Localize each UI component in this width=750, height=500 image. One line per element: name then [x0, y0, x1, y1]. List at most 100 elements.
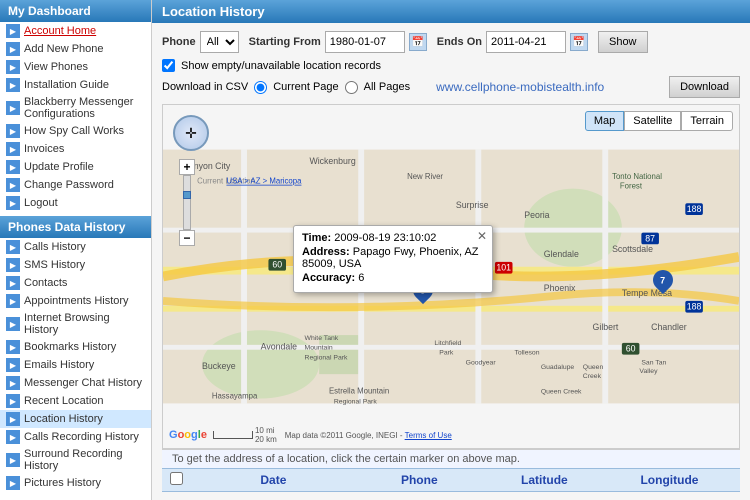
- arrow-icon: ▶: [6, 178, 20, 192]
- sidebar-item-label: Internet Browsing History: [24, 312, 145, 336]
- zoom-in-button[interactable]: +: [179, 159, 195, 175]
- sidebar-item-label: Contacts: [24, 277, 67, 289]
- sidebar-phones-label: Phones Data History: [8, 220, 125, 234]
- svg-text:White Tank: White Tank: [305, 335, 339, 342]
- sidebar-item-label: Logout: [24, 197, 58, 209]
- sidebar-item-spy-call[interactable]: ▶ How Spy Call Works: [0, 122, 151, 140]
- sidebar-item-label: Change Password: [24, 179, 114, 191]
- svg-text:188: 188: [687, 204, 702, 214]
- sidebar-item-invoices[interactable]: ▶ Invoices: [0, 140, 151, 158]
- table-longitude-header[interactable]: Longitude: [607, 473, 732, 487]
- arrow-icon: ▶: [6, 476, 20, 490]
- download-button[interactable]: Download: [669, 76, 740, 98]
- starting-from-input[interactable]: [325, 31, 405, 53]
- map-button[interactable]: Map: [585, 111, 624, 131]
- svg-text:Tonto National: Tonto National: [612, 172, 662, 181]
- account-home-link[interactable]: Account Home: [24, 25, 96, 37]
- sidebar-item-pictures[interactable]: ▶ Pictures History: [0, 474, 151, 492]
- sidebar-item-logout[interactable]: ▶ Logout: [0, 194, 151, 212]
- sidebar-item-installation[interactable]: ▶ Installation Guide: [0, 76, 151, 94]
- starting-from-group: Starting From 📅: [249, 31, 427, 53]
- sidebar-item-label: Pictures History: [24, 477, 101, 489]
- map-type-controls: Map Satellite Terrain: [585, 111, 733, 131]
- sidebar-item-view-phones[interactable]: ▶ View Phones: [0, 58, 151, 76]
- arrow-icon: ▶: [6, 394, 20, 408]
- zoom-out-button[interactable]: −: [179, 230, 195, 246]
- sidebar-item-label: How Spy Call Works: [24, 125, 124, 137]
- sidebar-item-appointments[interactable]: ▶ Appointments History: [0, 292, 151, 310]
- sidebar-item-account-home[interactable]: ▶ Account Home: [0, 22, 151, 40]
- sidebar-item-update-profile[interactable]: ▶ Update Profile: [0, 158, 151, 176]
- arrow-icon: ▶: [6, 101, 20, 115]
- svg-text:Queen Creek: Queen Creek: [541, 389, 582, 396]
- calendar-icon-end[interactable]: 📅: [570, 33, 588, 51]
- sidebar-item-contacts[interactable]: ▶ Contacts: [0, 274, 151, 292]
- sidebar-item-location-history[interactable]: ▶ Location History: [0, 410, 151, 428]
- svg-text:Queen: Queen: [583, 364, 604, 371]
- arrow-icon: ▶: [6, 376, 20, 390]
- svg-text:Litchfield: Litchfield: [434, 340, 461, 347]
- svg-text:Valley: Valley: [639, 368, 658, 375]
- sidebar-item-emails[interactable]: ▶ Emails History: [0, 356, 151, 374]
- page-title: Location History: [152, 0, 750, 23]
- sidebar: My Dashboard ▶ Account Home ▶ Add New Ph…: [0, 0, 152, 500]
- svg-text:Goodyear: Goodyear: [466, 359, 497, 366]
- sidebar-item-surround-recording[interactable]: ▶ Surround Recording History: [0, 446, 151, 474]
- all-pages-radio[interactable]: [345, 81, 358, 94]
- svg-text:New River: New River: [407, 172, 443, 181]
- sidebar-item-messenger[interactable]: ▶ Messenger Chat History: [0, 374, 151, 392]
- arrow-icon: ▶: [6, 160, 20, 174]
- sidebar-item-recent-location[interactable]: ▶ Recent Location: [0, 392, 151, 410]
- popup-time: Time: 2009-08-19 23:10:02: [302, 232, 484, 244]
- show-button[interactable]: Show: [598, 31, 648, 53]
- sidebar-item-label: Messenger Chat History: [24, 377, 142, 389]
- sidebar-item-add-phone[interactable]: ▶ Add New Phone: [0, 40, 151, 58]
- select-all-checkbox[interactable]: [170, 472, 183, 485]
- sidebar-item-label: Calls History: [24, 241, 86, 253]
- sidebar-item-bbm[interactable]: ▶ Blackberry Messenger Configurations: [0, 94, 151, 122]
- current-page-radio[interactable]: [254, 81, 267, 94]
- google-attribution: Google 10 mi20 km Map data ©2011 Google,…: [169, 426, 452, 444]
- sidebar-item-sms-history[interactable]: ▶ SMS History: [0, 256, 151, 274]
- map-data-label: Map data ©2011 Google, INEGI - Terms of …: [285, 431, 452, 440]
- table-check-header: [170, 472, 190, 488]
- sidebar-item-label: Update Profile: [24, 161, 94, 173]
- sidebar-item-calls-history[interactable]: ▶ Calls History: [0, 238, 151, 256]
- satellite-button[interactable]: Satellite: [624, 111, 681, 131]
- ends-on-input[interactable]: [486, 31, 566, 53]
- bottom-instruction: To get the address of a location, click …: [162, 449, 740, 468]
- navigation-control[interactable]: ✛: [173, 115, 209, 151]
- sidebar-item-browsing[interactable]: ▶ Internet Browsing History: [0, 310, 151, 338]
- sidebar-item-bookmarks[interactable]: ▶ Bookmarks History: [0, 338, 151, 356]
- checkbox-row: Show empty/unavailable location records: [162, 59, 740, 72]
- arrow-icon: ▶: [6, 294, 20, 308]
- arrow-icon: ▶: [6, 430, 20, 444]
- table-latitude-header[interactable]: Latitude: [482, 473, 607, 487]
- website-link: www.cellphone-mobistealth.info: [436, 80, 604, 94]
- all-pages-label: All Pages: [364, 81, 410, 93]
- svg-text:Forest: Forest: [620, 182, 643, 191]
- svg-text:Buckeye: Buckeye: [202, 361, 236, 371]
- terrain-button[interactable]: Terrain: [681, 111, 733, 131]
- sidebar-item-label: Surround Recording History: [24, 448, 145, 472]
- arrow-icon: ▶: [6, 142, 20, 156]
- sidebar-item-change-password[interactable]: ▶ Change Password: [0, 176, 151, 194]
- location-popup: ✕ Time: 2009-08-19 23:10:02 Address: Pap…: [293, 225, 493, 293]
- arrow-icon: ▶: [6, 60, 20, 74]
- popup-close-button[interactable]: ✕: [477, 229, 487, 243]
- calendar-icon-start[interactable]: 📅: [409, 33, 427, 51]
- phone-select[interactable]: All: [200, 31, 239, 53]
- table-date-header[interactable]: Date: [190, 473, 357, 487]
- svg-text:Phoenix: Phoenix: [544, 283, 576, 293]
- sidebar-item-label: Calls Recording History: [24, 431, 139, 443]
- arrow-icon: ▶: [6, 317, 20, 331]
- show-empty-checkbox[interactable]: [162, 59, 175, 72]
- arrow-icon: ▶: [6, 24, 20, 38]
- table-phone-header[interactable]: Phone: [357, 473, 482, 487]
- sidebar-item-calls-recording[interactable]: ▶ Calls Recording History: [0, 428, 151, 446]
- svg-text:188: 188: [687, 302, 702, 312]
- nav-circle[interactable]: ✛: [173, 115, 209, 151]
- map-container: Canyon City Current Location Wickenburg …: [162, 104, 740, 449]
- sidebar-item-label: Add New Phone: [24, 43, 104, 55]
- filter-bar: Phone All Starting From 📅 Ends On 📅 Show: [162, 31, 740, 53]
